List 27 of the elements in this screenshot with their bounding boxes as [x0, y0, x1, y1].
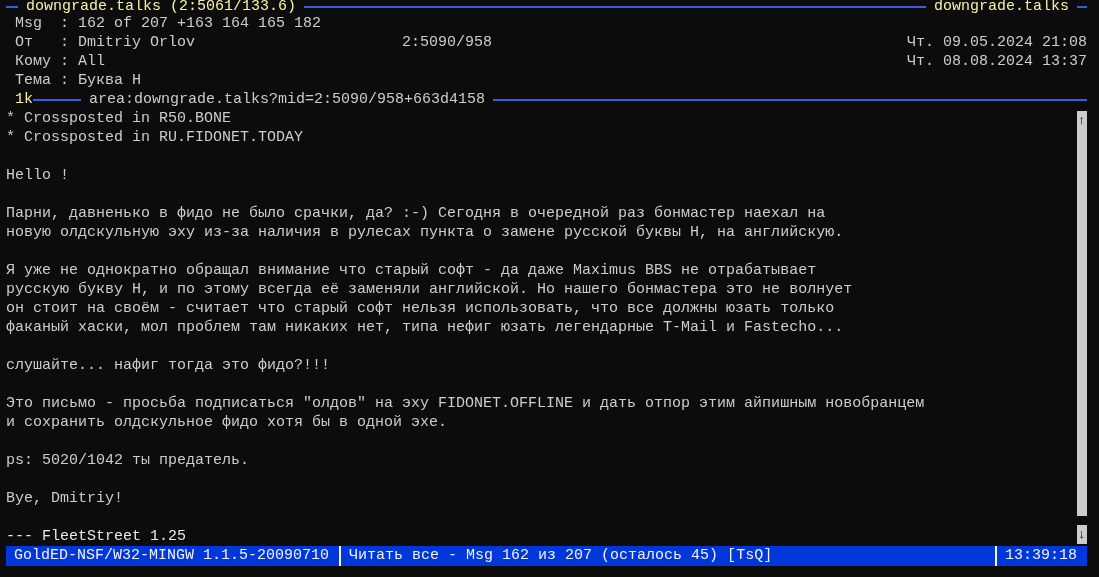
header-value: All [78, 52, 107, 71]
header-label: Кому : [15, 52, 69, 71]
message-size: 1k [14, 90, 33, 109]
header-label: От : [15, 33, 69, 52]
status-text: Читать все - Msg 162 из 207 (осталось 45) [TsQ] [339, 546, 783, 566]
message-paragraph: Парни, давненько в фидо не было срачки, да? :-) Сегодня в очередной раз бонмастер наехал на новую олдскульную эху из-за наличия в рулесах пункта о замене русской буквы Н, на английскую. [6, 204, 845, 242]
message-paragraph: Я уже не однократно обращал внимание что старый софт - да даже Maximus BBS не отрабатывает русскую букву Н, и по этому всегда её заменяли английской. Но нашего бонмастера это не волнует он стоит на своём - считает что старый софт нельзя использовать, что все должны юзать только факаный хаски, мол проблем там никаких нет, типа нефиг юзать легендарные T-Mail и Fastecho... [6, 261, 854, 337]
header-value: Буква Н [78, 71, 143, 90]
message-paragraph: Bye, Dmitriy! [6, 489, 125, 508]
message-paragraph: Hello ! [6, 166, 70, 185]
header-label: Тема : [15, 71, 69, 90]
status-text: GoldED-NSF/W32-MINGW 1.1.5-20090710 [13, 546, 331, 566]
status-text: 13:39:18 [995, 546, 1087, 566]
message-date: Чт. 08.08.2024 13:37 [906, 52, 1087, 71]
message-paragraph: Это письмо - просьба подписаться "олдов" на эху FIDONET.OFFLINE и дать отпор этим айпишным новобранцем и сохранить олдскульное фидо хотя бы в одной эхе. [6, 394, 926, 432]
message-link[interactable]: area:downgrade.talks?mid=2:5090/958+663d4158 [81, 90, 494, 109]
scroll-up-button[interactable]: ↑ [1077, 111, 1087, 130]
message-paragraph: ps: 5020/1042 ты предатель. [6, 451, 251, 470]
message-paragraph: слушайте... нафиг тогда это фидо?!!! [6, 356, 332, 375]
scroll-down-button[interactable]: ↓ [1077, 525, 1087, 544]
sender-address: 2:5090/958 [402, 33, 493, 52]
header-label: Msg : [15, 14, 69, 33]
tagline: --- FleetStreet 1.25 [6, 527, 188, 546]
message-date: Чт. 09.05.2024 21:08 [906, 33, 1087, 52]
header-value: 162 of 207 +163 164 165 182 [78, 14, 323, 33]
message-paragraph: * Crossposted in R50.BONE * Crossposted in RU.FIDONET.TODAY [6, 109, 305, 147]
header-value: Dmitriy Orlov [78, 33, 197, 52]
